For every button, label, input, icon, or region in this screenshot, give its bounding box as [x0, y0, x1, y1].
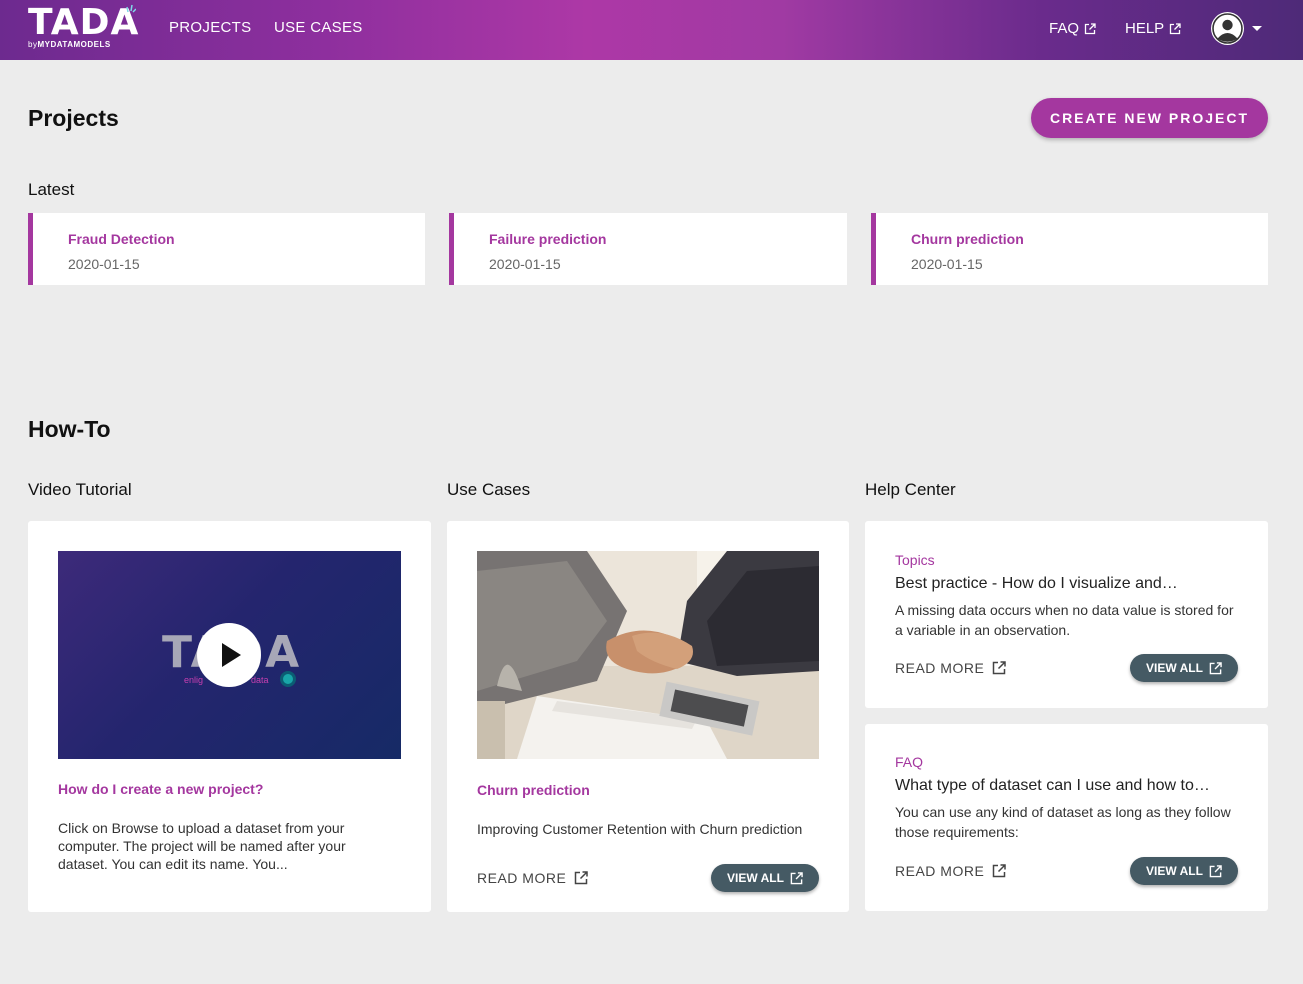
- project-card[interactable]: Fraud Detection 2020-01-15: [28, 213, 425, 285]
- project-date: 2020-01-15: [68, 256, 140, 272]
- external-link-icon: [993, 864, 1007, 878]
- topics-label: Topics: [895, 552, 935, 568]
- view-all-label: VIEW ALL: [1146, 661, 1203, 675]
- project-card[interactable]: Churn prediction 2020-01-15: [871, 213, 1268, 285]
- video-tutorial-heading: Video Tutorial: [28, 480, 132, 499]
- use-cases-heading: Use Cases: [447, 480, 531, 499]
- video-thumb-dot: [280, 671, 296, 687]
- logo-text: TADA: [28, 2, 140, 43]
- external-link-icon: [1209, 661, 1222, 674]
- project-name: Churn prediction: [911, 231, 1024, 247]
- nav-faq-label: FAQ: [1049, 20, 1080, 37]
- video-thumb-tagline-left: enlig: [184, 675, 204, 685]
- howto-title: How-To: [28, 416, 111, 442]
- user-menu[interactable]: [1211, 12, 1262, 45]
- help-faq-card: FAQ What type of dataset can I use and h…: [865, 724, 1268, 911]
- projects-title: Projects: [28, 105, 119, 131]
- external-link-icon: [790, 871, 803, 884]
- faq-article-title[interactable]: What type of dataset can I use and how t…: [895, 777, 1210, 795]
- read-more-label: READ MORE: [477, 870, 567, 886]
- view-all-label: VIEW ALL: [727, 871, 784, 885]
- nav-use-cases[interactable]: USE CASES: [274, 19, 363, 36]
- help-topics-card: Topics Best practice - How do I visualiz…: [865, 521, 1268, 708]
- video-thumb-tagline-right: data: [251, 675, 269, 685]
- chevron-down-icon: [1252, 26, 1262, 31]
- faq-read-more-link[interactable]: READ MORE: [895, 863, 1007, 879]
- topics-view-all-button[interactable]: VIEW ALL: [1130, 654, 1238, 682]
- external-link-icon: [1170, 22, 1181, 34]
- faq-label: FAQ: [895, 754, 924, 770]
- use-case-title-link[interactable]: Churn prediction: [477, 782, 590, 798]
- nav-help-link[interactable]: HELP: [1125, 20, 1181, 37]
- use-case-card: Churn prediction Improving Customer Rete…: [447, 521, 849, 912]
- nav-faq-link[interactable]: FAQ: [1049, 20, 1096, 37]
- top-navbar: TADA byMYDATAMODELS PROJECTS USE CASES F…: [0, 0, 1303, 60]
- use-case-view-all-button[interactable]: VIEW ALL: [711, 864, 819, 892]
- external-link-icon: [1209, 864, 1222, 877]
- play-icon: [222, 643, 241, 667]
- project-name: Failure prediction: [489, 231, 607, 247]
- use-case-description: Improving Customer Retention with Churn …: [477, 821, 803, 837]
- topics-article-text: A missing data occurs when no data value…: [895, 602, 1234, 638]
- faq-article-text: You can use any kind of dataset as long …: [895, 804, 1231, 840]
- external-link-icon: [575, 871, 589, 885]
- read-more-label: READ MORE: [895, 660, 985, 676]
- video-description: Click on Browse to upload a dataset from…: [58, 820, 346, 872]
- logo-spark-icon: [126, 4, 136, 13]
- project-date: 2020-01-15: [911, 256, 983, 272]
- use-case-image: [477, 551, 819, 759]
- external-link-icon: [993, 661, 1007, 675]
- topics-article-title[interactable]: Best practice - How do I visualize and…: [895, 575, 1178, 593]
- logo-byline: byMYDATAMODELS: [28, 40, 111, 49]
- project-date: 2020-01-15: [489, 256, 561, 272]
- help-center-heading: Help Center: [865, 480, 956, 499]
- use-case-read-more-link[interactable]: READ MORE: [477, 870, 589, 886]
- play-button[interactable]: [197, 623, 261, 687]
- user-avatar-icon: [1211, 12, 1244, 45]
- topics-read-more-link[interactable]: READ MORE: [895, 660, 1007, 676]
- project-card[interactable]: Failure prediction 2020-01-15: [449, 213, 847, 285]
- project-name: Fraud Detection: [68, 231, 175, 247]
- tada-logo[interactable]: TADA byMYDATAMODELS: [28, 4, 140, 52]
- faq-view-all-button[interactable]: VIEW ALL: [1130, 857, 1238, 885]
- video-title-link[interactable]: How do I create a new project?: [58, 781, 263, 797]
- nav-help-label: HELP: [1125, 20, 1165, 37]
- external-link-icon: [1084, 22, 1096, 34]
- video-thumbnail[interactable]: TADA enlig data: [58, 551, 401, 759]
- create-new-project-button[interactable]: CREATE NEW PROJECT: [1031, 98, 1268, 138]
- video-tutorial-card: TADA enlig data How do I create a new pr…: [28, 521, 431, 912]
- view-all-label: VIEW ALL: [1146, 864, 1203, 878]
- latest-heading: Latest: [28, 180, 75, 199]
- read-more-label: READ MORE: [895, 863, 985, 879]
- nav-projects[interactable]: PROJECTS: [169, 19, 251, 36]
